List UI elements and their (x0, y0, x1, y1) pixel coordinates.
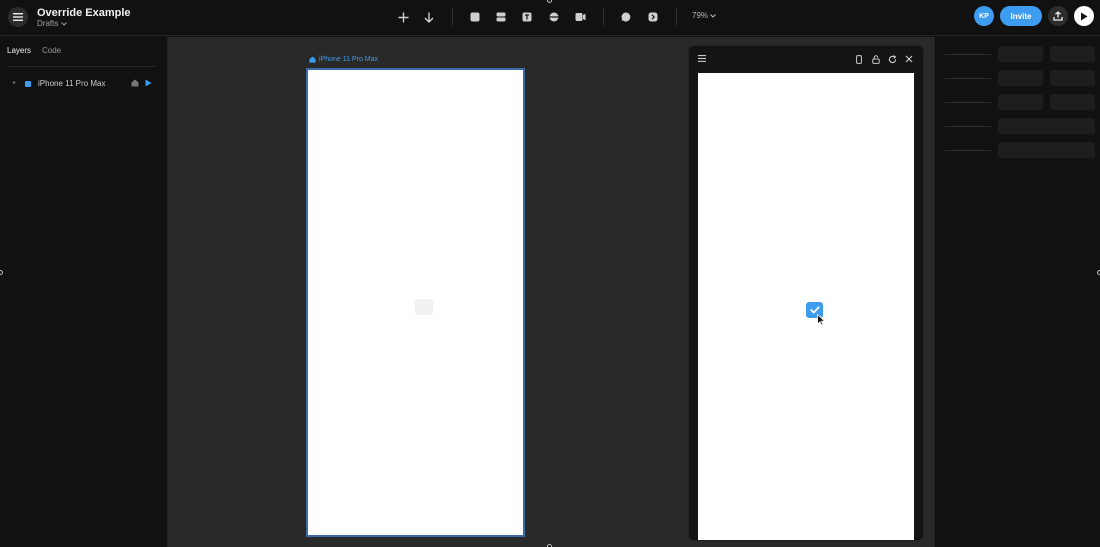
chevron-down-icon (60, 22, 67, 26)
frame-label[interactable]: iPhone 11 Pro Max (309, 56, 378, 63)
checkmark-icon (809, 306, 820, 314)
property-field[interactable] (998, 118, 1095, 134)
preview-play-button[interactable] (1074, 6, 1094, 26)
property-row (935, 94, 1100, 110)
document-title[interactable]: Override Example (37, 7, 131, 19)
property-field[interactable] (998, 46, 1043, 62)
property-field[interactable] (998, 94, 1043, 110)
stack-tool-button[interactable] (493, 9, 509, 25)
component-tool-icon (549, 12, 559, 22)
refresh-button[interactable] (887, 54, 897, 64)
layer-name: iPhone 11 Pro Max (38, 79, 106, 88)
zoom-dropdown[interactable]: 79% (692, 11, 717, 20)
property-field[interactable] (998, 142, 1095, 158)
close-preview-button[interactable] (904, 54, 914, 64)
arrow-down-icon (424, 12, 434, 23)
top-bar: Override Example Drafts 79% KP Invite (0, 0, 1100, 36)
caret-right-icon[interactable]: ▸ (13, 79, 16, 86)
property-row (935, 70, 1100, 86)
text-tool-button[interactable] (519, 9, 535, 25)
layers-panel: Layers Code ▸ iPhone 11 Pro Max (0, 37, 168, 547)
frame-label-text: iPhone 11 Pro Max (319, 56, 379, 63)
toolbar-separator (452, 8, 453, 26)
lock-button[interactable] (871, 54, 881, 64)
close-icon (905, 55, 913, 63)
project-dropdown[interactable]: Drafts (37, 19, 67, 28)
publish-button[interactable] (1048, 6, 1068, 26)
property-label-placeholder (945, 150, 991, 151)
hamburger-icon (13, 13, 23, 21)
properties-panel (934, 37, 1100, 547)
iphone-frame[interactable] (306, 68, 525, 537)
checkbox-placeholder[interactable] (415, 299, 433, 315)
property-label-placeholder (945, 54, 991, 55)
property-label-placeholder (945, 102, 991, 103)
property-field[interactable] (1050, 70, 1095, 86)
component-tool-button[interactable] (546, 9, 562, 25)
property-label-placeholder (945, 78, 991, 79)
property-row (935, 46, 1100, 62)
preview-window (688, 45, 924, 541)
play-icon[interactable] (145, 79, 152, 87)
toolbar-separator (603, 8, 604, 26)
home-icon (309, 56, 316, 63)
forward-icon (648, 12, 658, 22)
tab-code[interactable]: Code (42, 46, 61, 55)
tab-layers[interactable]: Layers (7, 46, 31, 55)
property-field[interactable] (1050, 94, 1095, 110)
property-field[interactable] (998, 70, 1043, 86)
chevron-down-icon (710, 14, 717, 18)
canvas[interactable]: iPhone 11 Pro Max (168, 37, 934, 547)
stack-tool-icon (496, 12, 506, 22)
upload-icon (1053, 11, 1063, 21)
property-label-placeholder (945, 126, 991, 127)
insert-button[interactable] (395, 9, 411, 25)
hamburger-icon[interactable] (698, 55, 706, 62)
forward-button[interactable] (645, 9, 661, 25)
text-tool-icon (522, 12, 532, 22)
comment-button[interactable] (618, 9, 634, 25)
property-row (935, 118, 1100, 134)
preview-screen[interactable] (698, 73, 914, 540)
import-button[interactable] (421, 9, 437, 25)
layer-row[interactable]: ▸ iPhone 11 Pro Max (0, 77, 168, 91)
frame-tool-icon (470, 12, 480, 22)
mouse-cursor-icon (817, 314, 826, 326)
user-avatar[interactable]: KP (974, 6, 994, 26)
invite-button[interactable]: Invite (1000, 6, 1042, 26)
main-menu-button[interactable] (8, 7, 28, 27)
property-field[interactable] (1050, 46, 1095, 62)
plus-icon (398, 12, 408, 22)
device-button[interactable] (854, 54, 864, 64)
device-icon (856, 54, 862, 64)
frame-tool-button[interactable] (467, 9, 483, 25)
home-icon[interactable] (131, 79, 139, 87)
project-name: Drafts (37, 19, 59, 28)
zoom-level: 79% (692, 11, 709, 20)
toolbar-separator (676, 8, 677, 26)
property-row (935, 142, 1100, 158)
panel-divider (7, 66, 157, 67)
comment-icon (621, 12, 631, 22)
lock-icon (872, 54, 880, 64)
video-tool-button[interactable] (572, 9, 588, 25)
frame-icon (25, 81, 31, 87)
refresh-icon (888, 54, 896, 63)
video-tool-icon (575, 13, 585, 21)
play-icon (1081, 12, 1088, 20)
